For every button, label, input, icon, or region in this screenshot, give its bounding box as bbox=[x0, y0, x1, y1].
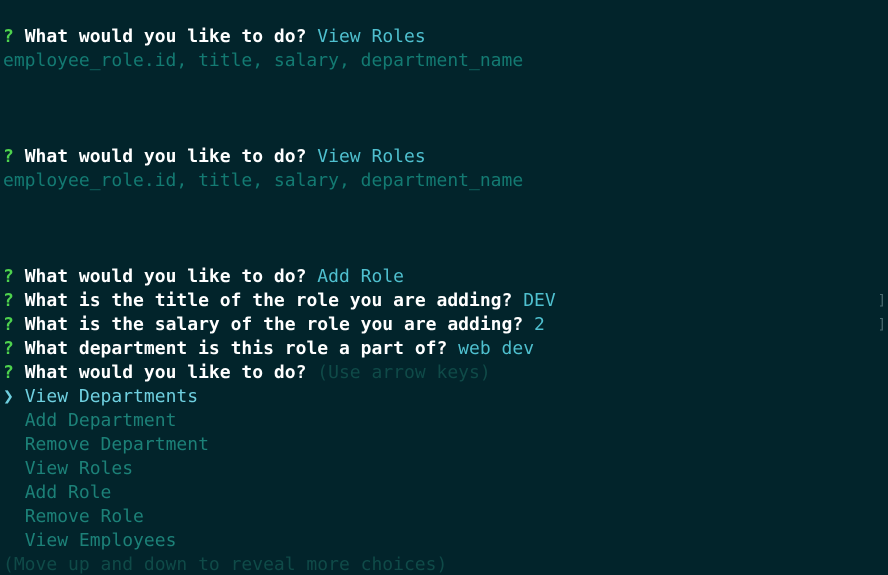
prompt-text: What department is this role a part of? bbox=[24, 338, 448, 359]
question-mark-icon: ? bbox=[3, 362, 14, 383]
prompt-line: ? What is the salary of the role you are… bbox=[0, 313, 888, 337]
menu-choice-label: View Departments bbox=[24, 386, 199, 407]
query-output: employee_role.id, title, salary, departm… bbox=[3, 50, 524, 71]
question-mark-icon: ? bbox=[3, 266, 14, 287]
answer-text: View Roles bbox=[317, 26, 426, 47]
menu-choice[interactable]: Remove Role bbox=[0, 505, 888, 529]
answer-text: View Roles bbox=[317, 146, 426, 167]
prompt-text: What would you like to do? bbox=[24, 26, 307, 47]
output-line: employee_role.id, title, salary, departm… bbox=[0, 169, 888, 193]
menu-choice-label: View Employees bbox=[24, 530, 177, 551]
answer-text: web dev bbox=[458, 338, 535, 359]
edge-bracket: ] bbox=[877, 293, 886, 309]
prompt-text: What would you like to do? bbox=[24, 146, 307, 167]
prompt-line: ? What would you like to do? View Roles bbox=[0, 25, 888, 49]
question-mark-icon: ? bbox=[3, 314, 14, 335]
menu-choice-label: Remove Role bbox=[24, 506, 144, 527]
menu-choice[interactable]: Add Role bbox=[0, 481, 888, 505]
answer-text: Add Role bbox=[317, 266, 404, 287]
menu-choice[interactable]: Add Department bbox=[0, 409, 888, 433]
menu-footer: (Move up and down to reveal more choices… bbox=[0, 553, 888, 575]
more-choices-hint: (Move up and down to reveal more choices… bbox=[3, 554, 448, 575]
menu-choice[interactable]: View Roles bbox=[0, 457, 888, 481]
edge-bracket: ] bbox=[877, 317, 886, 333]
answer-text: 2 bbox=[534, 314, 545, 335]
prompt-line: ? What would you like to do? (Use arrow … bbox=[0, 361, 888, 385]
prompt-line: ? What would you like to do? View Roles bbox=[0, 145, 888, 169]
menu-choice-label: Remove Department bbox=[24, 434, 209, 455]
arrow-keys-hint: (Use arrow keys) bbox=[317, 362, 491, 383]
menu-choice[interactable]: Remove Department bbox=[0, 433, 888, 457]
question-mark-icon: ? bbox=[3, 338, 14, 359]
output-line: employee_role.id, title, salary, departm… bbox=[0, 49, 888, 73]
question-mark-icon: ? bbox=[3, 26, 14, 47]
prompt-text: What is the title of the role you are ad… bbox=[24, 290, 513, 311]
prompt-text: What would you like to do? bbox=[24, 362, 307, 383]
question-mark-icon: ? bbox=[3, 146, 14, 167]
menu-choice-selected[interactable]: ❯ View Departments bbox=[0, 385, 888, 409]
prompt-text: What is the salary of the role you are a… bbox=[24, 314, 524, 335]
menu-choice-label: Add Department bbox=[24, 410, 177, 431]
menu-choice[interactable]: View Employees bbox=[0, 529, 888, 553]
prompt-line: ? What would you like to do? Add Role bbox=[0, 265, 888, 289]
menu-choice-label: Add Role bbox=[24, 482, 112, 503]
terminal-window[interactable]: ? What would you like to do? View Roles … bbox=[0, 0, 888, 575]
answer-text: DEV bbox=[523, 290, 556, 311]
query-output: employee_role.id, title, salary, departm… bbox=[3, 170, 524, 191]
prompt-line: ? What is the title of the role you are … bbox=[0, 289, 888, 313]
pointer-icon: ❯ bbox=[3, 386, 14, 407]
prompt-text: What would you like to do? bbox=[24, 266, 307, 287]
question-mark-icon: ? bbox=[3, 290, 14, 311]
prompt-line: ? What department is this role a part of… bbox=[0, 337, 888, 361]
menu-choice-label: View Roles bbox=[24, 458, 134, 479]
